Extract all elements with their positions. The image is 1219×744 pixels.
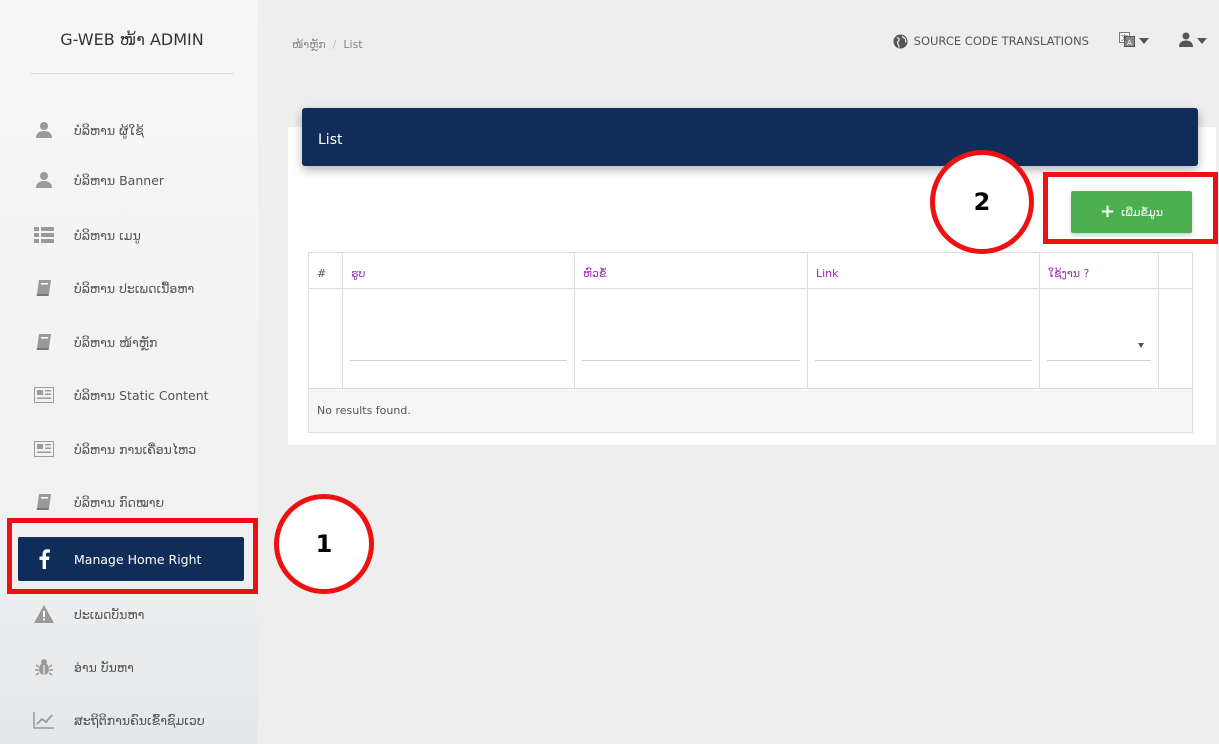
sidebar-item-static-content[interactable]: ບໍລິຫານ Static Content bbox=[18, 373, 244, 417]
book-icon bbox=[32, 490, 56, 514]
card-title: List bbox=[302, 108, 1198, 166]
sidebar-item-label: ບໍລິຫານ ເມນູ bbox=[74, 227, 141, 243]
sidebar-item-menu[interactable]: ບໍລິຫານ ເມນູ bbox=[18, 213, 244, 257]
breadcrumb-home-link[interactable]: ໜ້າຫຼັກ bbox=[292, 38, 326, 51]
sidebar-item-visitor-stats[interactable]: ສະຖິຕິການຄົນເຂົ້າຊົມເວບ bbox=[18, 698, 244, 742]
sidebar-item-home-page[interactable]: ບໍລິຫານ ໜ້າຫຼັກ bbox=[18, 320, 244, 364]
chevron-down-icon bbox=[1138, 343, 1144, 348]
chevron-down-icon bbox=[1139, 38, 1149, 44]
column-header-image[interactable]: ຮູບ bbox=[343, 253, 575, 289]
user-icon bbox=[32, 168, 56, 192]
column-header-actions bbox=[1159, 253, 1192, 289]
callout-marker-1: 1 bbox=[274, 494, 374, 594]
sidebar-item-label: ບໍລິຫານ Static Content bbox=[74, 387, 209, 403]
source-code-translations-link[interactable]: SOURCE CODE TRANSLATIONS bbox=[914, 34, 1089, 48]
sidebar-item-content-type[interactable]: ບໍລິຫານ ປະເພດເນື້ອຫາ bbox=[18, 266, 244, 310]
highlight-box-2 bbox=[1043, 172, 1218, 244]
empty-results-message: No results found. bbox=[309, 389, 1192, 432]
column-header-number: # bbox=[309, 253, 343, 289]
sidebar-item-label: ປະເພດບັນຫາ bbox=[74, 606, 145, 622]
callout-marker-2: 2 bbox=[930, 150, 1034, 254]
sidebar-item-label: ບໍລິຫານ ການເຄື່ອນໄຫວ bbox=[74, 441, 197, 457]
filter-image-input[interactable] bbox=[343, 289, 575, 389]
column-header-title[interactable]: ຫົວຂໍ້ bbox=[575, 253, 808, 289]
breadcrumb-separator: / bbox=[332, 38, 337, 51]
sidebar-item-users[interactable]: ບໍລິຫານ ຜູ້ໃຊ້ bbox=[18, 108, 244, 152]
filter-link-input[interactable] bbox=[808, 289, 1040, 389]
newspaper-icon bbox=[32, 437, 56, 461]
highlight-box-1 bbox=[7, 518, 258, 594]
filter-title-input[interactable] bbox=[575, 289, 808, 389]
newspaper-icon bbox=[32, 383, 56, 407]
sidebar-item-label: ອ່ານ ບັນຫາ bbox=[74, 659, 134, 675]
filter-cell-actions bbox=[1159, 289, 1192, 389]
book-icon bbox=[32, 330, 56, 354]
sidebar: G-WEB ໜ້າ ADMIN ບໍລິຫານ ຜູ້ໃຊ້ ບໍລິຫານ B… bbox=[0, 0, 258, 744]
user-icon bbox=[1179, 32, 1193, 50]
sidebar-item-label: ບໍລິຫານ ປະເພດເນື້ອຫາ bbox=[74, 280, 195, 296]
sidebar-item-label: ບໍລິຫານ ຜູ້ໃຊ້ bbox=[74, 122, 144, 138]
chart-line-icon bbox=[32, 708, 56, 732]
breadcrumb: ໜ້າຫຼັກ / List bbox=[292, 38, 363, 51]
column-header-link[interactable]: Link bbox=[808, 253, 1040, 289]
column-header-active[interactable]: ໃຊ້ງານ ? bbox=[1040, 253, 1159, 289]
app-title: G-WEB ໜ້າ ADMIN bbox=[30, 0, 234, 74]
warning-icon bbox=[32, 602, 56, 626]
chevron-down-icon bbox=[1197, 38, 1207, 44]
breadcrumb-current: List bbox=[343, 38, 363, 51]
list-icon bbox=[32, 223, 56, 247]
sidebar-item-activities[interactable]: ບໍລິຫານ ການເຄື່ອນໄຫວ bbox=[18, 427, 244, 471]
svg-text:A: A bbox=[1127, 39, 1132, 47]
top-navigation: SOURCE CODE TRANSLATIONS 文A bbox=[893, 32, 1207, 50]
filter-active-select[interactable] bbox=[1040, 289, 1159, 389]
sidebar-item-read-issues[interactable]: ອ່ານ ບັນຫາ bbox=[18, 645, 244, 689]
data-table: # ຮູບ ຫົວຂໍ້ Link ໃຊ້ງານ ? No results fo… bbox=[308, 252, 1193, 433]
book-icon bbox=[32, 276, 56, 300]
globe-icon bbox=[893, 33, 908, 49]
sidebar-item-label: ບໍລິຫານ ກົດໝາຍ bbox=[74, 494, 165, 510]
language-dropdown[interactable]: 文A bbox=[1119, 32, 1149, 50]
sidebar-item-banner[interactable]: ບໍລິຫານ Banner bbox=[18, 158, 244, 202]
bug-icon bbox=[32, 655, 56, 679]
sidebar-item-label: ບໍລິຫານ ໜ້າຫຼັກ bbox=[74, 334, 158, 350]
sidebar-item-issue-types[interactable]: ປະເພດບັນຫາ bbox=[18, 592, 244, 636]
sidebar-item-label: ສະຖິຕິການຄົນເຂົ້າຊົມເວບ bbox=[74, 712, 205, 728]
translate-icon: 文A bbox=[1119, 32, 1135, 50]
user-icon bbox=[32, 118, 56, 142]
user-menu-dropdown[interactable] bbox=[1179, 32, 1207, 50]
filter-cell-number bbox=[309, 289, 343, 389]
sidebar-item-label: ບໍລິຫານ Banner bbox=[74, 172, 165, 188]
